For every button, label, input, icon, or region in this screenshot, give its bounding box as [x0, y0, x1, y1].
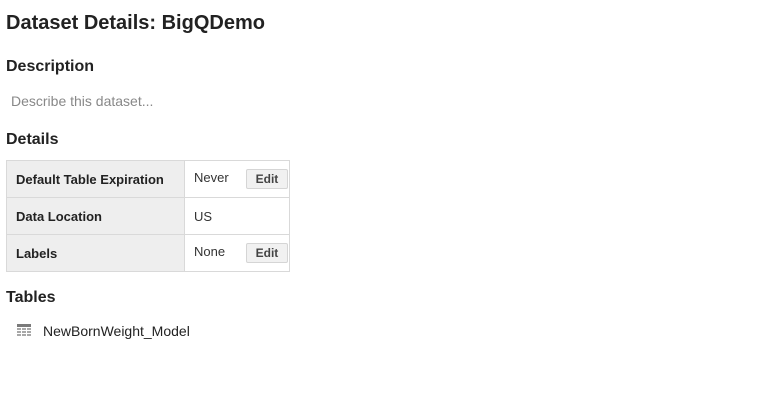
details-label: Labels — [6, 234, 185, 272]
details-row-expiration: Default Table Expiration Never Edit — [6, 160, 290, 198]
details-row-location: Data Location US — [6, 197, 290, 235]
table-grid-icon — [17, 324, 31, 338]
details-value: US — [194, 208, 213, 224]
details-value-cell: None Edit — [184, 234, 290, 272]
table-list-item[interactable]: NewBornWeight_Model — [17, 322, 190, 340]
description-heading: Description — [6, 58, 95, 75]
edit-labels-button[interactable]: Edit — [245, 243, 289, 263]
details-table: Default Table Expiration Never Edit Data… — [6, 160, 290, 272]
details-value-cell: Never Edit — [184, 160, 290, 198]
details-label: Default Table Expiration — [6, 160, 185, 198]
details-value: Never — [194, 170, 229, 186]
dataset-details-page: Dataset Details: BigQDemo Description De… — [0, 0, 766, 400]
tables-heading: Tables — [6, 289, 56, 306]
details-label: Data Location — [6, 197, 185, 235]
details-row-labels: Labels None Edit — [6, 234, 290, 272]
details-value-cell: US — [184, 197, 290, 235]
edit-expiration-button[interactable]: Edit — [245, 169, 289, 189]
details-heading: Details — [6, 131, 59, 148]
table-name: NewBornWeight_Model — [43, 323, 190, 339]
details-value: None — [194, 244, 226, 260]
description-input[interactable]: Describe this dataset... — [11, 92, 153, 110]
page-title: Dataset Details: BigQDemo — [6, 12, 265, 34]
